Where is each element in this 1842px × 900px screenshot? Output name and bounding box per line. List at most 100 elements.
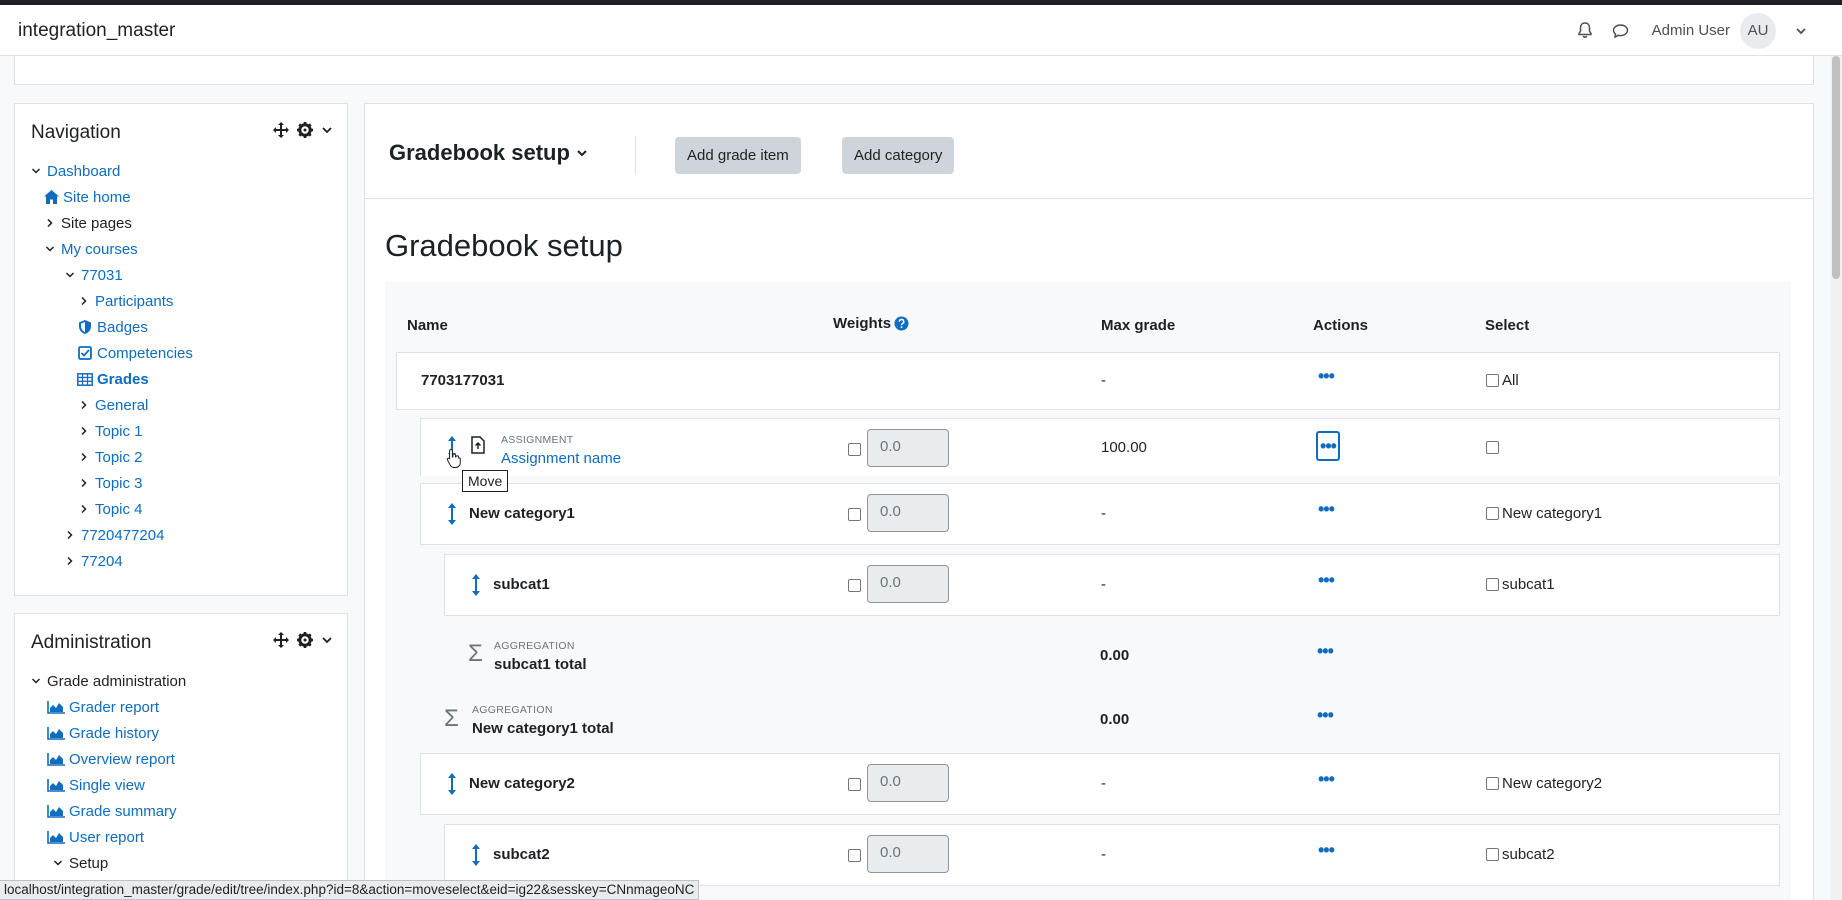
select-category[interactable]: New category2 xyxy=(1486,775,1602,792)
select-category[interactable]: New category1 xyxy=(1486,505,1602,522)
select-checkbox[interactable] xyxy=(1486,777,1499,790)
avatar[interactable]: AU xyxy=(1740,12,1776,49)
nav-item-topic-1[interactable]: Topic 1 xyxy=(77,419,143,443)
nav-item-label[interactable]: Participants xyxy=(95,293,173,310)
gradebook-selector[interactable]: Gradebook setup xyxy=(389,140,588,166)
page-scrollbar-thumb[interactable] xyxy=(1832,56,1840,279)
weight-input[interactable]: 0.0 xyxy=(867,494,949,532)
ellipsis-icon[interactable]: ••• xyxy=(1317,642,1334,660)
nav-item-label[interactable]: Site home xyxy=(63,189,131,206)
bell-icon[interactable] xyxy=(1574,20,1596,42)
chevron-down-icon[interactable] xyxy=(576,147,588,159)
nav-item-label[interactable]: 77031 xyxy=(81,267,123,284)
nav-item-course-77031[interactable]: 77031 xyxy=(63,263,123,287)
admin-item-label[interactable]: Overview report xyxy=(69,751,175,768)
admin-item-user-report[interactable]: User report xyxy=(47,825,144,849)
admin-item-overview-report[interactable]: Overview report xyxy=(47,747,175,771)
nav-item-dashboard[interactable]: Dashboard xyxy=(29,159,120,183)
nav-item-course-7720477204[interactable]: 7720477204 xyxy=(63,523,164,547)
nav-item-competencies[interactable]: Competencies xyxy=(77,341,193,365)
nav-item-label[interactable]: Site pages xyxy=(61,215,132,232)
weight-input[interactable]: 0.0 xyxy=(867,429,949,467)
nav-item-label[interactable]: Topic 4 xyxy=(95,501,143,518)
move-vertical-icon[interactable] xyxy=(471,574,481,596)
nav-item-label[interactable]: 77204 xyxy=(81,553,123,570)
admin-item-label[interactable]: Grade summary xyxy=(69,803,177,820)
nav-item-label[interactable]: Badges xyxy=(97,319,148,336)
nav-item-site-pages[interactable]: Site pages xyxy=(43,211,132,235)
admin-item-grader-report[interactable]: Grader report xyxy=(47,695,159,719)
user-name[interactable]: Admin User xyxy=(1652,22,1730,39)
move-vertical-icon[interactable] xyxy=(447,503,457,525)
admin-item-setup[interactable]: Setup xyxy=(51,851,108,875)
move-arrows-icon[interactable] xyxy=(273,122,289,138)
nav-item-general[interactable]: General xyxy=(77,393,148,417)
move-vertical-icon[interactable] xyxy=(471,844,481,866)
nav-item-label[interactable]: 7720477204 xyxy=(81,527,164,544)
gradebook-selector-label[interactable]: Gradebook setup xyxy=(389,140,570,166)
weight-input[interactable]: 0.0 xyxy=(867,764,949,802)
weight-override-checkbox[interactable] xyxy=(848,778,861,791)
admin-item-label[interactable]: Grade history xyxy=(69,725,159,742)
nav-item-participants[interactable]: Participants xyxy=(77,289,173,313)
weight-input[interactable]: 0.0 xyxy=(867,565,949,603)
ellipsis-icon[interactable]: ••• xyxy=(1318,770,1335,788)
nav-item-label[interactable]: General xyxy=(95,397,148,414)
select-checkbox[interactable] xyxy=(1486,441,1499,454)
nav-item-badges[interactable]: Badges xyxy=(77,315,148,339)
select-checkbox[interactable] xyxy=(1486,507,1499,520)
admin-item-label[interactable]: Grader report xyxy=(69,699,159,716)
nav-item-topic-3[interactable]: Topic 3 xyxy=(77,471,143,495)
ellipsis-icon[interactable]: ••• xyxy=(1317,706,1334,724)
ellipsis-icon[interactable]: ••• xyxy=(1318,500,1335,518)
nav-item-my-courses[interactable]: My courses xyxy=(43,237,138,261)
nav-item-grades[interactable]: Grades xyxy=(77,367,149,391)
ellipsis-icon[interactable]: ••• xyxy=(1318,367,1335,385)
weight-override-checkbox[interactable] xyxy=(848,849,861,862)
select-all[interactable]: All xyxy=(1486,372,1519,389)
nav-item-topic-4[interactable]: Topic 4 xyxy=(77,497,143,521)
nav-item-label[interactable]: My courses xyxy=(61,241,138,258)
add-grade-item-button[interactable]: Add grade item xyxy=(675,137,801,174)
admin-item-grade-summary[interactable]: Grade summary xyxy=(47,799,177,823)
select-checkbox[interactable] xyxy=(1486,578,1499,591)
nav-item-course-77204[interactable]: 77204 xyxy=(63,549,123,573)
chevron-down-icon[interactable] xyxy=(321,124,333,136)
nav-item-label[interactable]: Dashboard xyxy=(47,163,120,180)
weight-override-checkbox[interactable] xyxy=(848,579,861,592)
admin-item-label[interactable]: Single view xyxy=(69,777,145,794)
admin-item-label[interactable]: Grade administration xyxy=(47,673,186,690)
chevron-down-icon[interactable] xyxy=(1790,20,1812,42)
select-category[interactable]: subcat1 xyxy=(1486,576,1555,593)
nav-item-topic-2[interactable]: Topic 2 xyxy=(77,445,143,469)
admin-item-grade-administration[interactable]: Grade administration xyxy=(29,669,186,693)
select-category[interactable]: subcat2 xyxy=(1486,846,1555,863)
ellipsis-icon[interactable]: ••• xyxy=(1316,431,1340,461)
nav-item-label[interactable]: Grades xyxy=(97,371,149,388)
nav-item-label[interactable]: Topic 2 xyxy=(95,449,143,466)
select-checkbox[interactable] xyxy=(1486,848,1499,861)
gear-icon[interactable] xyxy=(297,122,313,138)
gear-icon[interactable] xyxy=(297,632,313,648)
weight-input[interactable]: 0.0 xyxy=(867,835,949,873)
chat-bubble-icon[interactable] xyxy=(1610,20,1632,42)
site-name-link[interactable]: integration_master xyxy=(18,20,175,42)
nav-item-label[interactable]: Topic 1 xyxy=(95,423,143,440)
ellipsis-icon[interactable]: ••• xyxy=(1318,571,1335,589)
admin-item-single-view[interactable]: Single view xyxy=(47,773,145,797)
nav-item-site-home[interactable]: Site home xyxy=(43,185,131,209)
chevron-down-icon[interactable] xyxy=(321,634,333,646)
nav-item-label[interactable]: Competencies xyxy=(97,345,193,362)
weight-override-checkbox[interactable] xyxy=(848,508,861,521)
help-icon[interactable] xyxy=(894,316,909,331)
ellipsis-icon[interactable]: ••• xyxy=(1318,841,1335,859)
admin-item-label[interactable]: User report xyxy=(69,829,144,846)
weight-override-checkbox[interactable] xyxy=(848,443,861,456)
admin-item-label[interactable]: Setup xyxy=(69,855,108,872)
move-arrows-icon[interactable] xyxy=(273,632,289,648)
add-category-button[interactable]: Add category xyxy=(842,137,955,174)
nav-item-label[interactable]: Topic 3 xyxy=(95,475,143,492)
move-vertical-icon[interactable] xyxy=(447,773,457,795)
assignment-link[interactable]: Assignment name xyxy=(501,450,621,467)
admin-item-grade-history[interactable]: Grade history xyxy=(47,721,159,745)
